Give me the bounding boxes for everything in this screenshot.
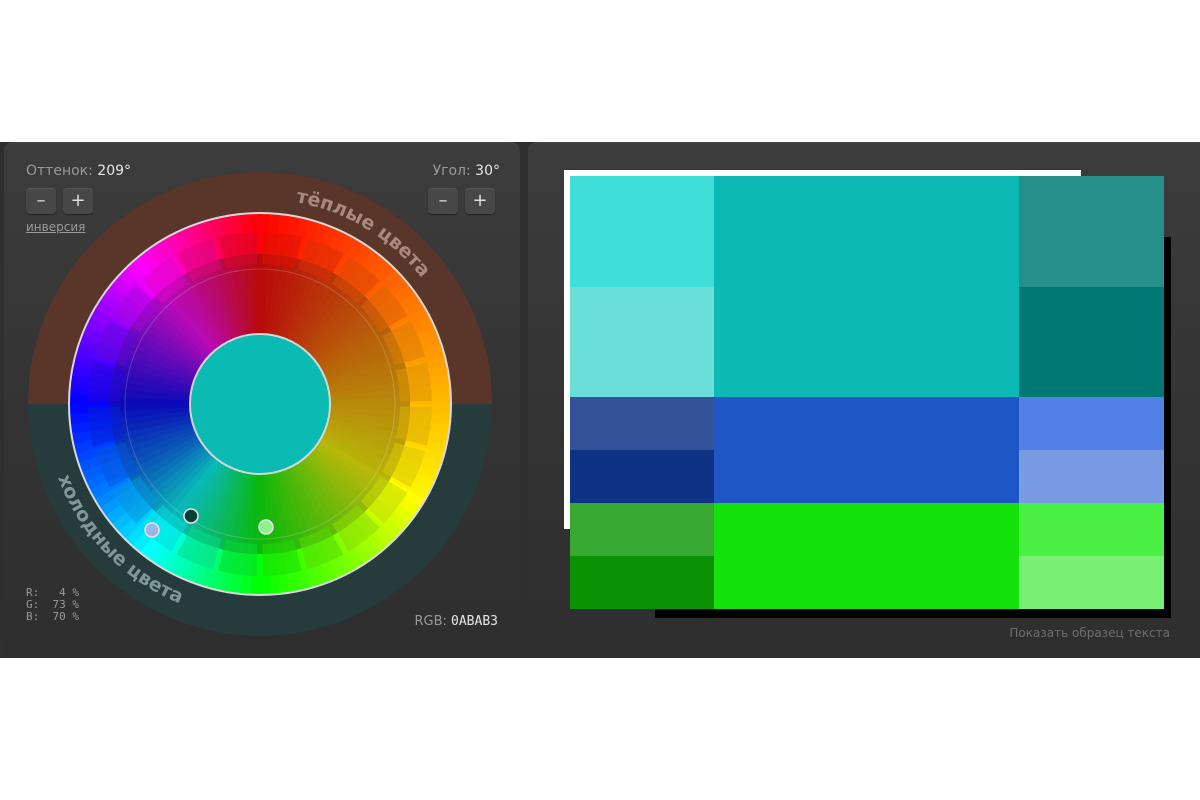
angle-label: Угол:: [432, 163, 471, 179]
rgb-label: RGB:: [414, 614, 447, 629]
rgb-percent-readout: R: 4 % G: 73 % B: 70 %: [26, 587, 79, 623]
swatch-primary-light-1[interactable]: [570, 176, 714, 287]
hue-value: 209°: [97, 163, 132, 179]
color-wheel-panel: тёплые цвета холодные цвета Оттенок: 209°…: [4, 142, 520, 658]
swatch-primary-dark-2[interactable]: [1019, 287, 1164, 397]
rgb-hex-readout: RGB: 0ABAB3: [414, 614, 498, 629]
hue-label: Оттенок:: [26, 163, 93, 179]
hue-decrease-button[interactable]: –: [26, 188, 56, 214]
angle-readout: Угол: 30°: [433, 163, 500, 179]
marker-dark[interactable]: [183, 508, 199, 524]
swatch-secondary1-main[interactable]: [714, 397, 1019, 503]
swatch-secondary2-main[interactable]: [714, 503, 1019, 609]
palette-preview: Показать образец текста: [528, 142, 1200, 658]
swatch-secondary1-light-1[interactable]: [1019, 397, 1164, 450]
invert-link[interactable]: инверсия: [26, 220, 85, 234]
center-color[interactable]: [189, 333, 331, 475]
rgb-hex-value[interactable]: 0ABAB3: [451, 614, 498, 629]
swatch-primary-main[interactable]: [714, 176, 1019, 397]
swatch-secondary2-dark-2[interactable]: [570, 556, 714, 609]
angle-increase-button[interactable]: +: [465, 188, 495, 214]
swatch-secondary2-dark-1[interactable]: [570, 503, 714, 556]
swatch-primary-light-2[interactable]: [570, 287, 714, 397]
marker-blue[interactable]: [144, 522, 160, 538]
swatch-secondary1-dark-1[interactable]: [570, 397, 714, 450]
palette-panel: Показать образец текста: [528, 142, 1200, 658]
show-text-sample-link[interactable]: Показать образец текста: [1009, 626, 1170, 640]
hue-increase-button[interactable]: +: [63, 188, 93, 214]
swatch-secondary1-dark-2[interactable]: [570, 450, 714, 503]
swatch-secondary1-light-2[interactable]: [1019, 450, 1164, 503]
swatch-primary-dark-1[interactable]: [1019, 176, 1164, 287]
rgb-b-value: B: 70 %: [26, 610, 79, 623]
angle-value: 30°: [475, 163, 500, 179]
swatch-secondary2-light-1[interactable]: [1019, 503, 1164, 556]
hue-readout: Оттенок: 209°: [26, 163, 131, 179]
color-scheme-app: тёплые цвета холодные цвета Оттенок: 209°…: [0, 142, 1200, 658]
swatch-secondary2-light-2[interactable]: [1019, 556, 1164, 609]
marker-green[interactable]: [258, 519, 274, 535]
angle-decrease-button[interactable]: –: [428, 188, 458, 214]
